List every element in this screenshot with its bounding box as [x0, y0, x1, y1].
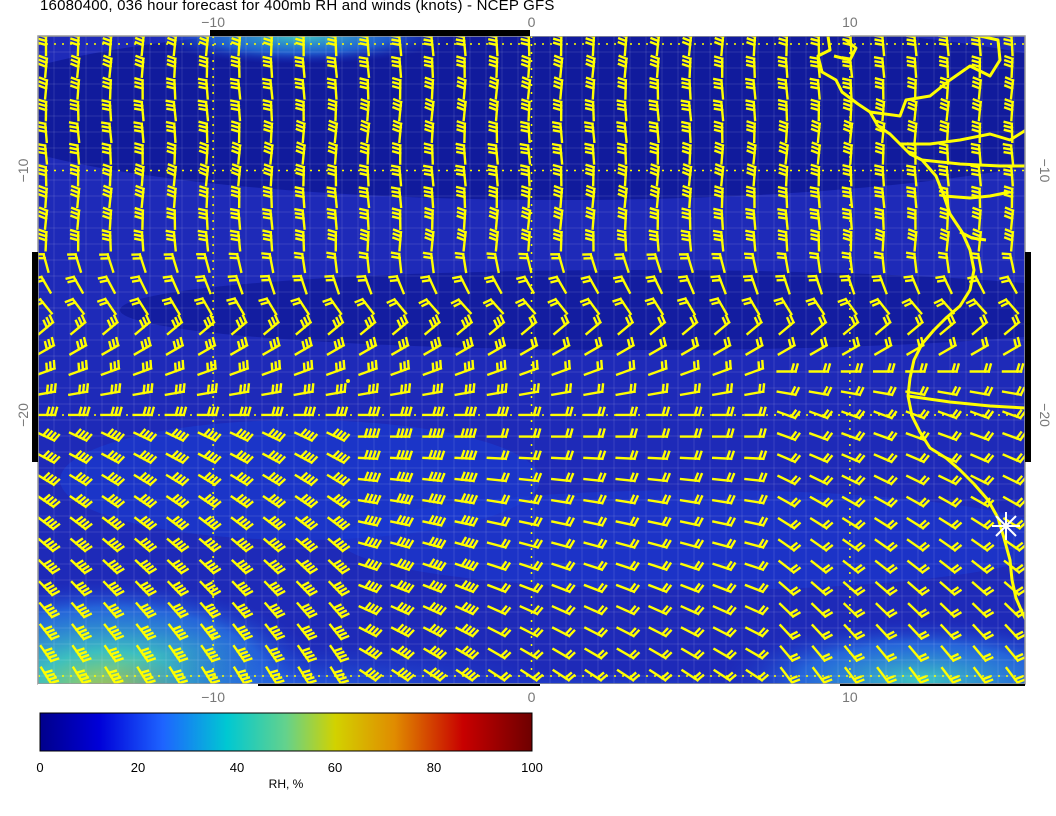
bottom-lon-tick: −10	[201, 689, 225, 705]
bottom-lon-tick: 0	[528, 689, 536, 705]
station-star-icon	[992, 512, 1020, 540]
right-lat-tick: −20	[1037, 403, 1053, 427]
right-lat-tick: −10	[1037, 159, 1053, 183]
top-lon-tick: 0	[528, 14, 536, 30]
top-axis-bar	[210, 30, 530, 36]
colorbar-tick: 0	[36, 760, 44, 775]
forecast-map: −10 −10 0 0 10 10 −10 −10 −20 −20	[15, 14, 1053, 752]
colorbar-tick: 40	[229, 760, 245, 775]
colorbar-tick: 100	[521, 760, 543, 775]
top-lon-tick: 10	[842, 14, 858, 30]
left-lat-tick: −10	[15, 158, 31, 182]
top-lon-tick: −10	[201, 14, 225, 30]
colorbar-tick: 60	[327, 760, 343, 775]
colorbar	[39, 712, 533, 752]
left-lat-tick: −20	[15, 403, 31, 427]
right-axis-bar	[1025, 252, 1031, 462]
colorbar-tick: 20	[130, 760, 146, 775]
bottom-lon-tick: 10	[842, 689, 858, 705]
left-axis-bar	[32, 252, 38, 462]
colorbar-label: RH, %	[268, 777, 304, 791]
colorbar-tick: 80	[426, 760, 442, 775]
